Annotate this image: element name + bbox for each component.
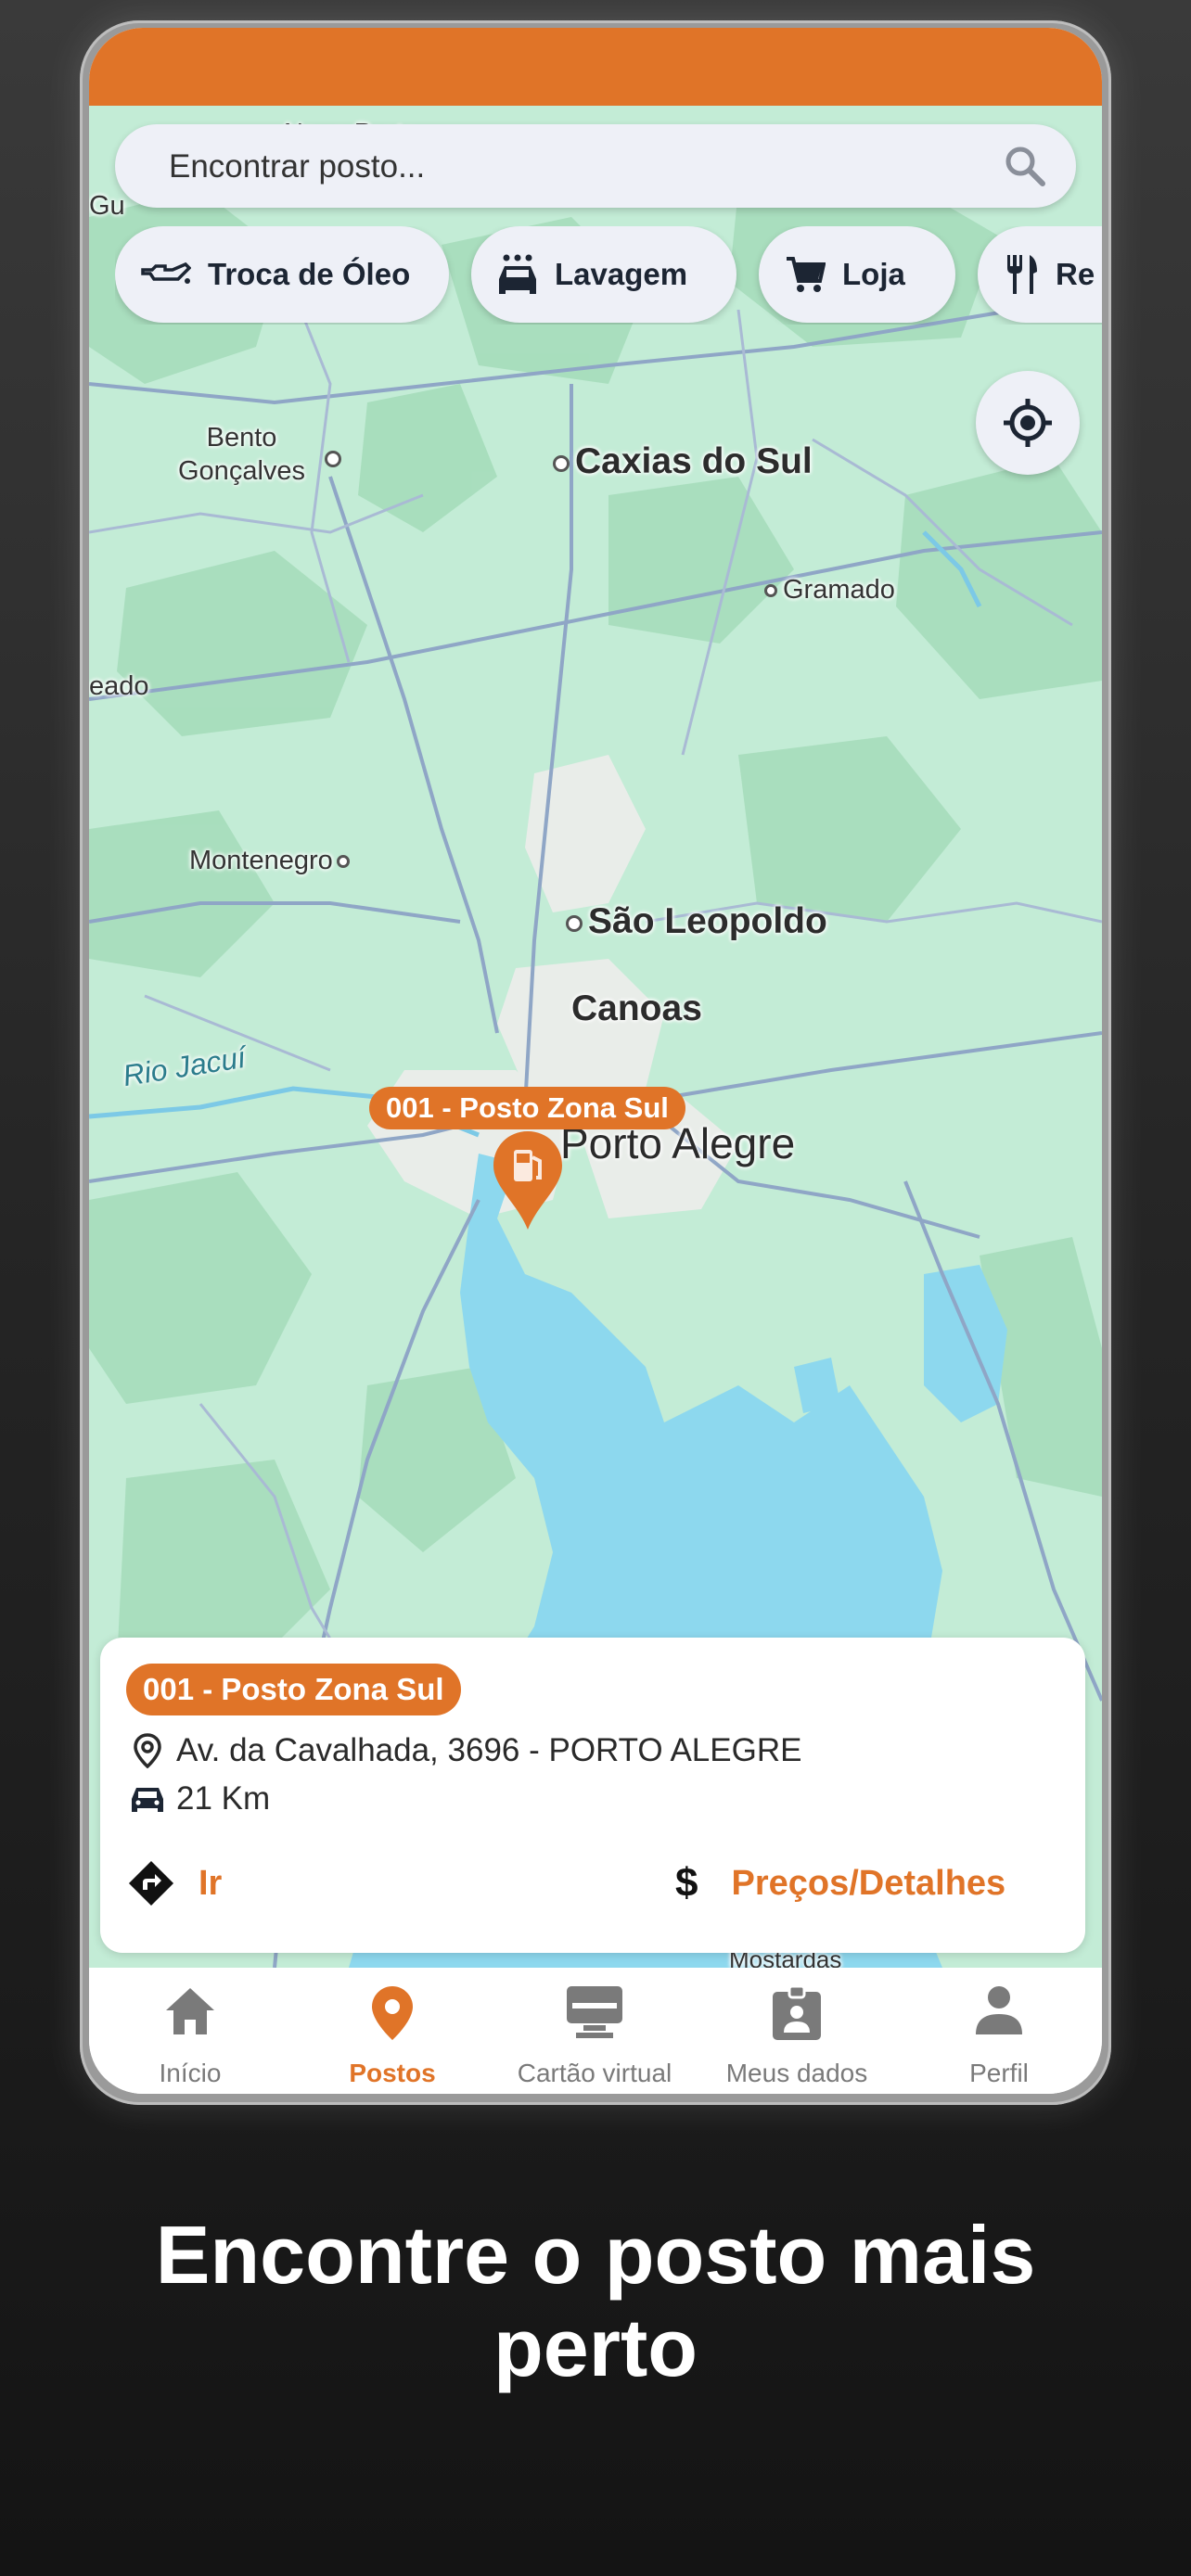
map-label-canoas: Canoas — [571, 988, 702, 1028]
prices-details-label: Preços/Detalhes — [731, 1863, 1006, 1903]
station-distance: 21 Km — [176, 1780, 271, 1817]
promo-headline: Encontre o posto mais perto — [155, 2209, 1036, 2393]
map-label-montenegro-wrap: Montenegro — [189, 846, 355, 876]
prices-details-button[interactable]: $ Preços/Detalhes — [675, 1860, 1005, 1906]
oil-change-icon — [141, 261, 191, 288]
nav-label-inicio: Início — [159, 2059, 222, 2087]
chip-restaurant-label: Re — [1056, 257, 1095, 291]
map-label-bento-goncalves: Bento Gonçalves — [178, 423, 306, 486]
badge-icon — [773, 1984, 821, 2040]
city-dot — [553, 454, 570, 472]
map-view[interactable]: Nova Prata Gu Bento Gonçalves Caxias do … — [89, 106, 1102, 1968]
chip-restaurant[interactable]: Re — [978, 226, 1102, 323]
chip-oil-change[interactable]: Troca de Óleo — [115, 226, 449, 323]
nav-label-cartao-virtual: Cartão virtual — [517, 2059, 672, 2087]
station-info-card[interactable]: 001 - Posto Zona Sul Av. da Cavalhada, 3… — [100, 1638, 1085, 1953]
car-wash-icon — [497, 253, 538, 296]
map-marker-label[interactable]: 001 - Posto Zona Sul — [369, 1087, 685, 1129]
map-label-gramado: Gramado — [783, 575, 895, 605]
directions-icon — [128, 1860, 174, 1906]
my-location-button[interactable] — [976, 371, 1080, 475]
address-row: Av. da Cavalhada, 3696 - PORTO ALEGRE — [128, 1732, 801, 1769]
chip-store-label: Loja — [842, 257, 905, 291]
fuel-pump-icon — [493, 1131, 562, 1230]
chip-car-wash-label: Lavagem — [555, 257, 688, 291]
nav-label-meus-dados: Meus dados — [725, 2059, 868, 2087]
station-name-badge: 001 - Posto Zona Sul — [126, 1664, 461, 1715]
map-marker[interactable] — [490, 1129, 566, 1236]
map-label-partial-west: eado — [89, 671, 149, 701]
directions-button[interactable]: Ir — [128, 1860, 222, 1906]
chip-store[interactable]: Loja — [759, 226, 955, 323]
nav-item-perfil[interactable]: Perfil — [898, 1968, 1100, 2094]
status-bar — [89, 28, 1102, 106]
search-placeholder: Encontrar posto... — [169, 148, 426, 185]
bottom-navigation: Início Postos Cartão virtual Meus dados … — [89, 1968, 1102, 2094]
map-label-partial-left: Gu — [89, 191, 125, 221]
phone-screen: Nova Prata Gu Bento Gonçalves Caxias do … — [89, 28, 1102, 2094]
search-input[interactable]: Encontrar posto... — [115, 124, 1076, 208]
filter-chips: Troca de Óleo Lavagem Loja Re — [115, 226, 1102, 325]
location-pin-icon — [372, 1986, 413, 2040]
map-label-gramado-wrap: Gramado — [764, 575, 895, 606]
nav-label-perfil: Perfil — [969, 2059, 1029, 2087]
crosshair-icon — [1004, 399, 1052, 447]
person-icon — [976, 1986, 1022, 2034]
chip-oil-change-label: Troca de Óleo — [208, 257, 411, 291]
map-label-caxias-do-sul: Caxias do Sul — [575, 441, 813, 481]
city-dot — [325, 451, 341, 467]
nav-item-meus-dados[interactable]: Meus dados — [696, 1968, 898, 2094]
dollar-icon: $ — [675, 1860, 698, 1906]
nav-item-cartao-virtual[interactable]: Cartão virtual — [493, 1968, 696, 2094]
car-icon — [128, 1784, 167, 1814]
search-icon[interactable] — [1002, 143, 1048, 189]
station-address: Av. da Cavalhada, 3696 - PORTO ALEGRE — [176, 1732, 802, 1768]
virtual-card-icon — [567, 1986, 622, 2038]
chip-car-wash[interactable]: Lavagem — [471, 226, 736, 323]
map-label-caxias-do-sul-wrap: Caxias do Sul — [553, 441, 813, 482]
nav-label-postos: Postos — [349, 2059, 436, 2087]
map-label-sao-leopoldo: São Leopoldo — [588, 901, 827, 941]
map-label-montenegro: Montenegro — [189, 846, 333, 875]
directions-label: Ir — [198, 1863, 223, 1903]
city-dot — [566, 914, 583, 932]
location-outline-icon — [128, 1733, 167, 1768]
city-dot — [336, 855, 350, 869]
restaurant-icon — [1004, 253, 1039, 296]
city-dot — [764, 584, 777, 598]
nav-item-postos[interactable]: Postos — [291, 1968, 493, 2094]
shopping-cart-icon — [785, 255, 826, 294]
map-label-sao-leopoldo-wrap: São Leopoldo — [566, 901, 827, 942]
distance-row: 21 Km — [128, 1780, 270, 1817]
nav-item-inicio[interactable]: Início — [89, 1968, 291, 2094]
home-icon — [166, 1988, 214, 2034]
